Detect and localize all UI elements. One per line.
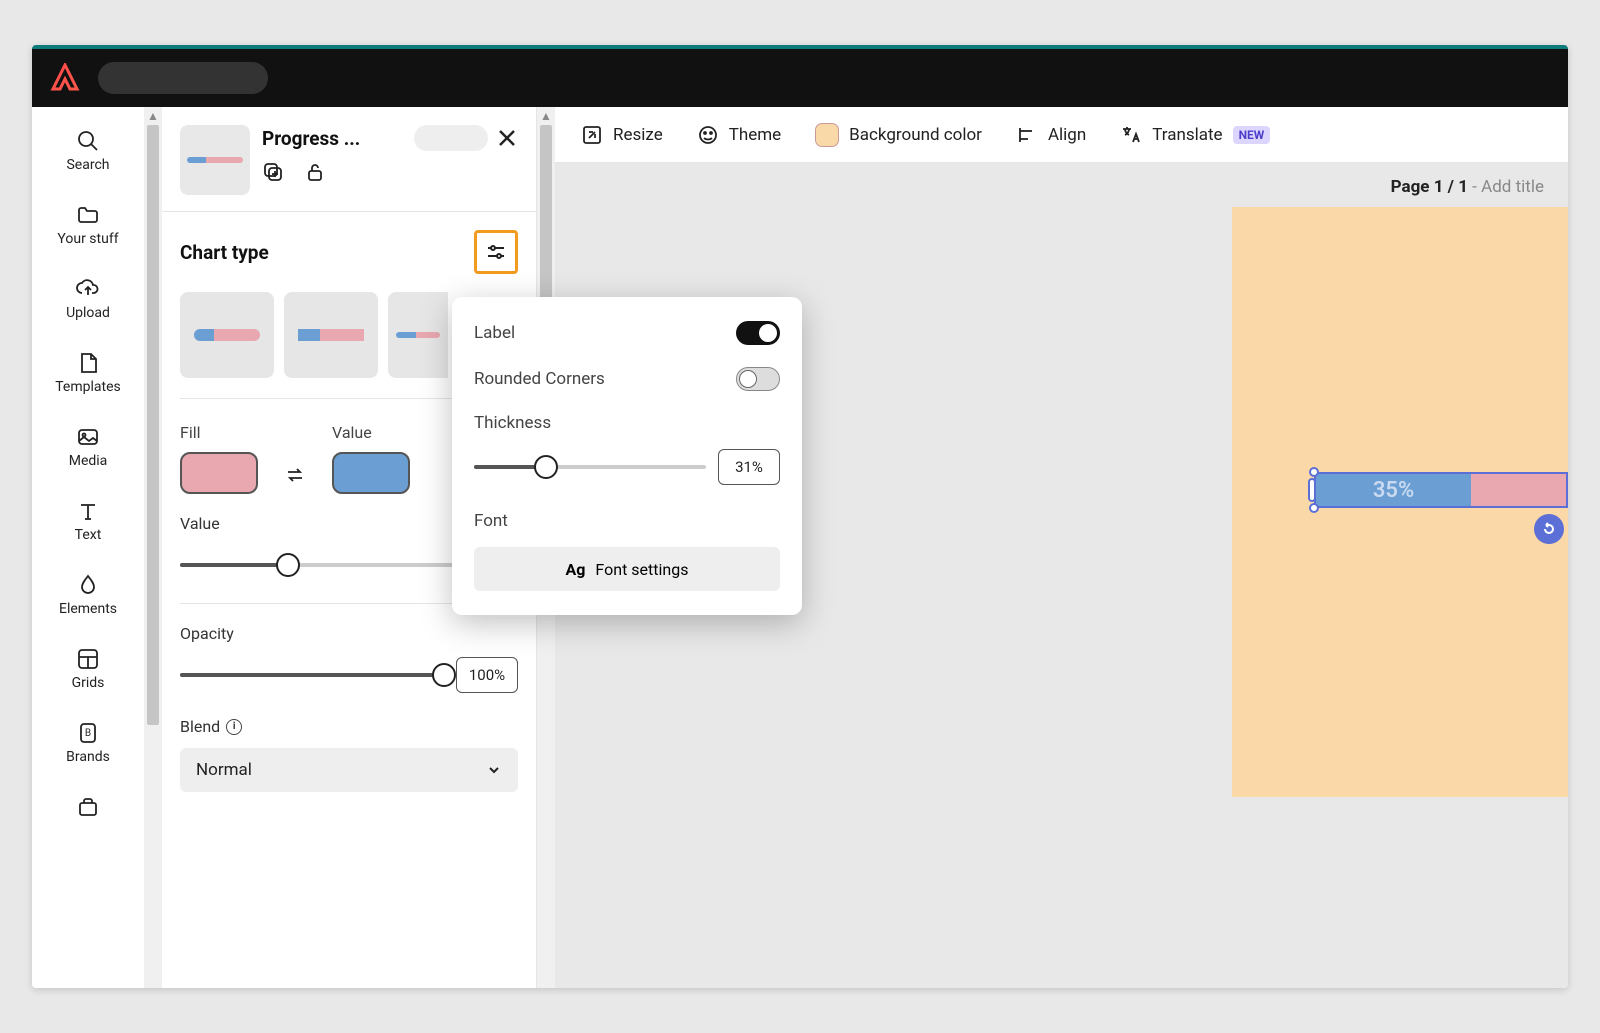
progress-fill: 35% — [1316, 474, 1471, 506]
font-label: Font — [474, 511, 780, 531]
chart-settings-popover: Label Rounded Corners Thickness 31% Font… — [452, 297, 802, 615]
width-handle[interactable] — [1308, 478, 1316, 502]
translate-button[interactable]: Translate NEW — [1120, 124, 1270, 146]
page-title[interactable]: Page 1 / 1 - Add title — [1391, 177, 1544, 197]
element-title: Progress ... — [262, 127, 406, 150]
grids-icon — [76, 647, 100, 671]
chart-type-option-2[interactable] — [284, 292, 378, 378]
media-icon — [76, 425, 100, 449]
artboard[interactable]: 35% — [1232, 207, 1568, 797]
close-panel-button[interactable] — [496, 127, 518, 149]
nav-label: Brands — [66, 749, 110, 765]
nav-brands[interactable]: B Brands — [32, 711, 144, 775]
chart-type-option-1[interactable] — [180, 292, 274, 378]
text-icon — [76, 499, 100, 523]
new-badge: NEW — [1233, 126, 1271, 144]
search-icon — [76, 129, 100, 153]
nav-text[interactable]: Text — [32, 489, 144, 553]
value-color-label: Value — [332, 423, 410, 442]
brands-icon: B — [76, 721, 100, 745]
upload-icon — [76, 277, 100, 301]
label-toggle[interactable] — [736, 321, 780, 345]
folder-icon — [76, 203, 100, 227]
bgcolor-swatch-icon — [815, 123, 839, 147]
nav-upload[interactable]: Upload — [32, 267, 144, 331]
chart-settings-button[interactable] — [474, 230, 518, 274]
info-icon[interactable]: i — [226, 719, 242, 735]
value-color-swatch[interactable] — [332, 452, 410, 494]
nav-label: Search — [66, 157, 109, 173]
theme-button[interactable]: Theme — [697, 124, 781, 146]
nav-search[interactable]: Search — [32, 119, 144, 183]
nav-label: Your stuff — [57, 231, 118, 247]
fill-color-swatch[interactable] — [180, 452, 258, 494]
lock-button[interactable] — [304, 161, 326, 183]
blend-label: Blend i — [180, 717, 518, 736]
font-settings-button[interactable]: Ag Font settings — [474, 547, 780, 591]
opacity-slider[interactable] — [180, 663, 444, 687]
nav-label: Upload — [66, 305, 110, 321]
nav-scrollbar[interactable]: ▲ — [144, 107, 162, 988]
value-slider[interactable] — [180, 553, 488, 577]
thickness-slider[interactable] — [474, 455, 706, 479]
nav-label: Text — [75, 527, 102, 543]
selection-handle[interactable] — [1309, 503, 1319, 513]
align-button[interactable]: Align — [1016, 124, 1086, 146]
nav-grids[interactable]: Grids — [32, 637, 144, 701]
resize-button[interactable]: Resize — [581, 124, 663, 146]
thickness-input[interactable]: 31% — [718, 449, 780, 485]
element-thumbnail — [180, 125, 250, 195]
svg-text:B: B — [85, 728, 91, 739]
opacity-input[interactable]: 100% — [456, 657, 518, 693]
rounded-corners-toggle[interactable] — [736, 367, 780, 391]
reset-button[interactable] — [1534, 514, 1564, 544]
topbar — [32, 49, 1568, 107]
nav-templates[interactable]: Templates — [32, 341, 144, 405]
chart-type-option-3[interactable] — [388, 292, 448, 378]
duplicate-button[interactable] — [262, 161, 284, 183]
nav-label: Grids — [72, 675, 105, 691]
nav-elements[interactable]: Elements — [32, 563, 144, 627]
nav-label: Media — [69, 453, 108, 469]
thickness-label: Thickness — [474, 413, 780, 433]
left-nav: Search Your stuff Upload Templates Media… — [32, 107, 144, 988]
blend-dropdown[interactable]: Normal — [180, 748, 518, 792]
nav-yourstuff[interactable]: Your stuff — [32, 193, 144, 257]
progress-rest — [1471, 474, 1566, 506]
progress-bar-element[interactable]: 35% — [1314, 472, 1568, 524]
rounded-toggle-label: Rounded Corners — [474, 369, 605, 389]
chart-type-heading: Chart type — [180, 241, 269, 264]
title-badge — [414, 125, 488, 151]
fill-label: Fill — [180, 423, 258, 442]
nav-label: Elements — [59, 601, 117, 617]
background-color-button[interactable]: Background color — [815, 123, 982, 147]
swap-colors-button[interactable] — [284, 464, 306, 486]
topbar-search-pill[interactable] — [98, 62, 268, 94]
nav-media[interactable]: Media — [32, 415, 144, 479]
elements-icon — [76, 573, 100, 597]
properties-panel: Progress ... Chart type — [162, 107, 537, 988]
nav-more[interactable] — [32, 785, 144, 829]
app-logo — [50, 63, 80, 93]
canvas-toolbar: Resize Theme Background color Align Tran… — [555, 107, 1568, 163]
label-toggle-label: Label — [474, 323, 515, 343]
selection-handle[interactable] — [1309, 467, 1319, 477]
opacity-label: Opacity — [180, 624, 518, 643]
nav-label: Templates — [55, 379, 121, 395]
addons-icon — [76, 795, 100, 819]
templates-icon — [76, 351, 100, 375]
